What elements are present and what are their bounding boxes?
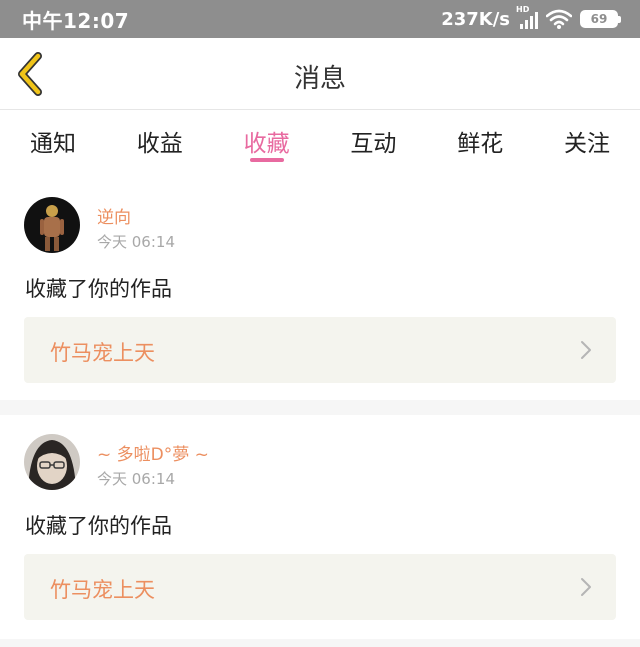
tab-earnings[interactable]: 收益: [133, 110, 187, 172]
username[interactable]: 逆向: [97, 203, 131, 228]
status-bar: 中午12:07 237K/s HD 69: [0, 0, 640, 38]
tab-bar: 通知 收益 收藏 互动 鲜花 关注: [0, 110, 640, 172]
tab-flowers[interactable]: 鲜花: [453, 110, 507, 172]
wifi-icon: [546, 9, 572, 29]
work-title: 竹马宠上天: [50, 578, 155, 602]
message-time: 今天 06:14: [97, 233, 175, 251]
avatar[interactable]: [24, 434, 80, 490]
tab-notifications[interactable]: 通知: [26, 110, 80, 172]
tab-follows[interactable]: 关注: [560, 110, 614, 172]
message-item: ~ 多啦D°夢 ~ 今天 06:14 收藏了你的作品 竹马宠上天: [0, 415, 640, 639]
tab-interactions[interactable]: 互动: [346, 110, 400, 172]
battery-level: 69: [590, 12, 608, 26]
status-right: 237K/s HD 69: [441, 5, 621, 30]
chevron-right-icon: [581, 341, 591, 359]
status-time: 中午12:07: [22, 8, 130, 33]
network-speed: 237K/s: [441, 8, 510, 30]
work-card[interactable]: 竹马宠上天: [24, 317, 616, 383]
message-text: 收藏了你的作品: [25, 277, 172, 301]
message-item: 逆向 今天 06:14 收藏了你的作品 竹马宠上天: [0, 178, 640, 400]
signal-icon: HD: [516, 5, 538, 29]
section-divider: [0, 639, 640, 647]
tab-favorites[interactable]: 收藏: [240, 110, 294, 172]
work-title: 竹马宠上天: [50, 341, 155, 365]
avatar[interactable]: [24, 197, 80, 253]
battery-icon: 69: [580, 10, 621, 28]
header: 消息: [0, 38, 640, 110]
page-title: 消息: [293, 64, 346, 94]
chevron-right-icon: [581, 578, 591, 596]
username[interactable]: ~ 多啦D°夢 ~: [97, 440, 209, 465]
message-time: 今天 06:14: [97, 470, 175, 488]
section-divider: [0, 400, 640, 415]
active-tab-indicator: [249, 158, 284, 162]
hd-label: HD: [516, 5, 530, 14]
message-text: 收藏了你的作品: [25, 514, 172, 538]
work-card[interactable]: 竹马宠上天: [24, 554, 616, 620]
